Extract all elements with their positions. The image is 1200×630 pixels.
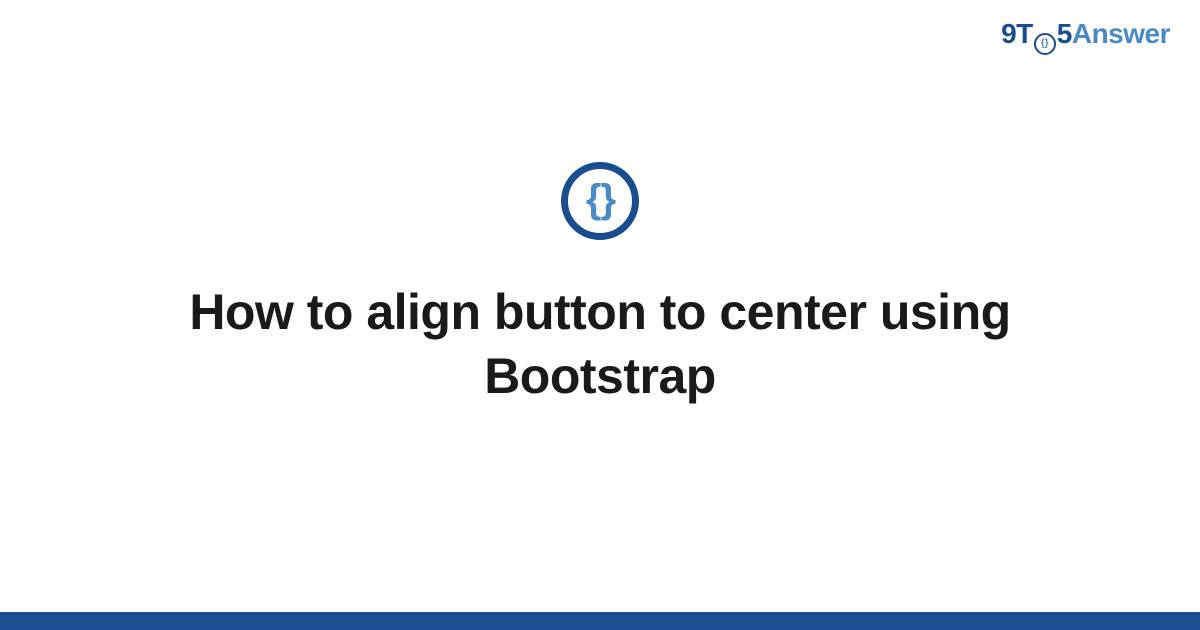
code-braces-icon: { }: [561, 162, 639, 240]
main-content: { } How to align button to center using …: [0, 0, 1200, 630]
footer-accent-bar: [0, 612, 1200, 630]
topic-icon-wrap: { }: [561, 162, 639, 240]
page-title: How to align button to center using Boot…: [150, 280, 1050, 408]
